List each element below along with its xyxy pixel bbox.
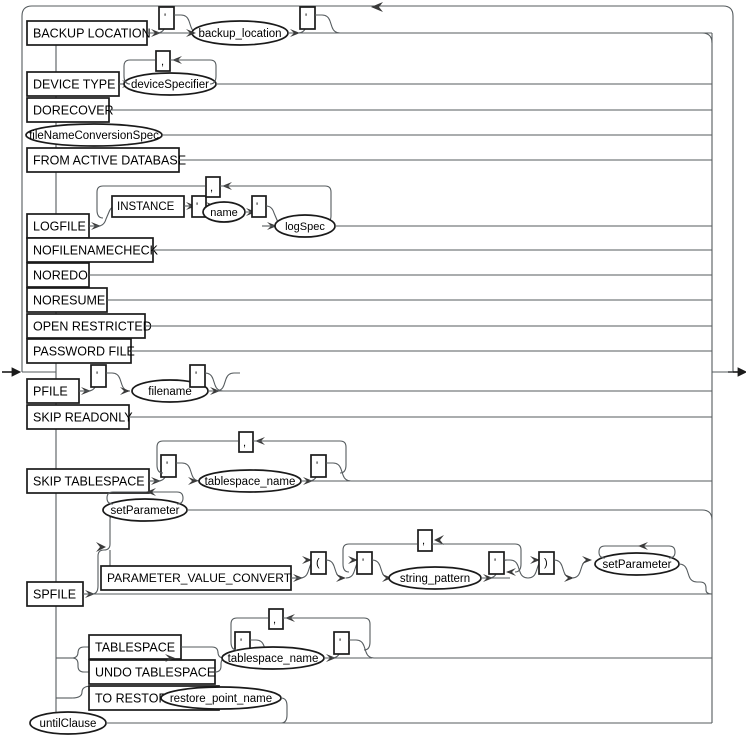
terminal-nofilenamecheck-label: NOFILENAMECHECK	[33, 243, 159, 257]
quote-close-label-pfile: '	[195, 370, 197, 382]
row-spfile[interactable]: SPFILE setParameter PARAMETER_VALUE_CONV…	[26, 488, 713, 607]
row-skip-readonly[interactable]: SKIP READONLY	[26, 404, 712, 430]
row-device-type[interactable]: DEVICE TYPE deviceSpecifier ,	[26, 50, 712, 97]
terminal-password-file-label: PASSWORD FILE	[33, 344, 135, 358]
quote-close-box-skip-tablespace	[310, 454, 327, 478]
syntax-diagram-canvas: BACKUP LOCATION ' backup_location ' DEVI…	[0, 0, 746, 735]
quote-open-box-string-pattern	[356, 551, 373, 575]
comma-label-logfile: ,	[210, 182, 213, 194]
terminal-logfile-label: LOGFILE	[33, 219, 86, 233]
quote-open-label-backup: '	[164, 12, 166, 24]
quote-close-box-tablespace	[333, 631, 350, 655]
nonterminal-filename-conversion-spec-label: fileNameConversionSpec	[29, 130, 159, 142]
quote-open-label-logfile: '	[196, 201, 198, 213]
comma-label-skip-tablespace: ,	[243, 437, 246, 449]
railroad-diagram-svg: BACKUP LOCATION ' backup_location ' DEVI…	[2, 2, 746, 735]
row-logfile[interactable]: LOGFILE INSTANCE ' name ' , logSpec	[26, 176, 712, 239]
quote-open-label-string-pattern: '	[362, 557, 364, 569]
nonterminal-tablespace-name-label-skip: tablespace_name	[205, 476, 296, 488]
comma-label-tablespace: ,	[273, 614, 276, 626]
terminal-from-active-database-label: FROM ACTIVE DATABASE	[33, 153, 186, 167]
row-from-active-database[interactable]: FROM ACTIVE DATABASE	[26, 147, 712, 173]
comma-label-string-pattern: ,	[422, 535, 425, 547]
quote-open-box-backup	[158, 6, 175, 30]
row-open-restricted[interactable]: OPEN RESTRICTED	[26, 313, 712, 339]
row-pfile[interactable]: PFILE ' filename '	[26, 364, 712, 404]
terminal-skip-readonly-label: SKIP READONLY	[33, 410, 133, 424]
terminal-open-restricted-label: OPEN RESTRICTED	[33, 319, 152, 333]
row-password-file[interactable]: PASSWORD FILE	[26, 338, 712, 364]
terminal-parameter-value-convert-label: PARAMETER_VALUE_CONVERT	[107, 571, 292, 585]
row-filename-conversion-spec[interactable]: fileNameConversionSpec	[25, 123, 712, 147]
terminal-noredo-label: NOREDO	[33, 268, 88, 282]
quote-open-label-tablespace: '	[240, 637, 242, 649]
quote-close-label-tablespace: '	[339, 637, 341, 649]
quote-open-label-skip-tablespace: '	[166, 460, 168, 472]
nonterminal-filename-label: filename	[148, 386, 191, 398]
nonterminal-backup-location-label: backup_location	[198, 28, 281, 40]
row-nofilenamecheck[interactable]: NOFILENAMECHECK	[26, 237, 712, 263]
paren-close-label: )	[544, 557, 548, 569]
row-to-restore-point[interactable]: TO RESTORE POINT restore_point_name	[56, 685, 712, 724]
row-backup-location[interactable]: BACKUP LOCATION ' backup_location '	[26, 6, 712, 46]
terminal-noresume-label: NORESUME	[33, 293, 105, 307]
nonterminal-setparameter-label-top: setParameter	[110, 505, 179, 517]
row-tablespace-group[interactable]: TABLESPACE UNDO TABLESPACE ' tablespace_…	[56, 608, 712, 685]
terminal-tablespace-label: TABLESPACE	[95, 640, 175, 654]
nonterminal-setparameter-label-tail: setParameter	[602, 559, 671, 571]
quote-close-label-skip-tablespace: '	[316, 460, 318, 472]
terminal-dorecover-label: DORECOVER	[33, 103, 114, 117]
nonterminal-device-specifier-label: deviceSpecifier	[131, 79, 209, 91]
terminal-undo-tablespace-label: UNDO TABLESPACE	[95, 665, 215, 679]
nonterminal-tablespace-name-label-group: tablespace_name	[228, 653, 319, 665]
nonterminal-logspec-label: logSpec	[285, 221, 325, 233]
quote-close-box-pfile	[189, 364, 206, 388]
terminal-pfile-label: PFILE	[33, 384, 68, 398]
quote-open-box-pfile	[90, 364, 107, 388]
quote-close-box-string-pattern	[488, 551, 505, 575]
quote-close-label-backup: '	[305, 12, 307, 24]
row-skip-tablespace[interactable]: SKIP TABLESPACE ' tablespace_name ' ,	[26, 431, 712, 494]
row-noredo[interactable]: NOREDO	[26, 262, 712, 288]
quote-close-box-backup	[299, 6, 316, 30]
paren-open-label: (	[316, 557, 320, 569]
quote-close-label-logfile: '	[256, 201, 258, 213]
terminal-device-type-label: DEVICE TYPE	[33, 77, 115, 91]
row-noresume[interactable]: NORESUME	[26, 287, 712, 313]
terminal-instance-label: INSTANCE	[117, 201, 175, 213]
quote-open-label-pfile: '	[96, 370, 98, 382]
comma-label-device-type: ,	[161, 56, 164, 68]
quote-close-box-logfile	[251, 195, 267, 218]
terminal-backup-location-label: BACKUP LOCATION	[33, 26, 151, 40]
nonterminal-until-clause-label: untilClause	[40, 718, 97, 730]
quote-close-label-string-pattern: '	[494, 557, 496, 569]
nonterminal-name-label: name	[210, 207, 238, 219]
row-dorecover[interactable]: DORECOVER	[26, 97, 712, 123]
terminal-spfile-label: SPFILE	[33, 587, 76, 601]
terminal-skip-tablespace-label: SKIP TABLESPACE	[33, 474, 145, 488]
nonterminal-restore-point-name-label: restore_point_name	[170, 693, 272, 705]
quote-open-box-skip-tablespace	[160, 454, 177, 478]
row-until-clause[interactable]: untilClause	[29, 711, 712, 735]
nonterminal-string-pattern-label: string_pattern	[400, 573, 470, 585]
